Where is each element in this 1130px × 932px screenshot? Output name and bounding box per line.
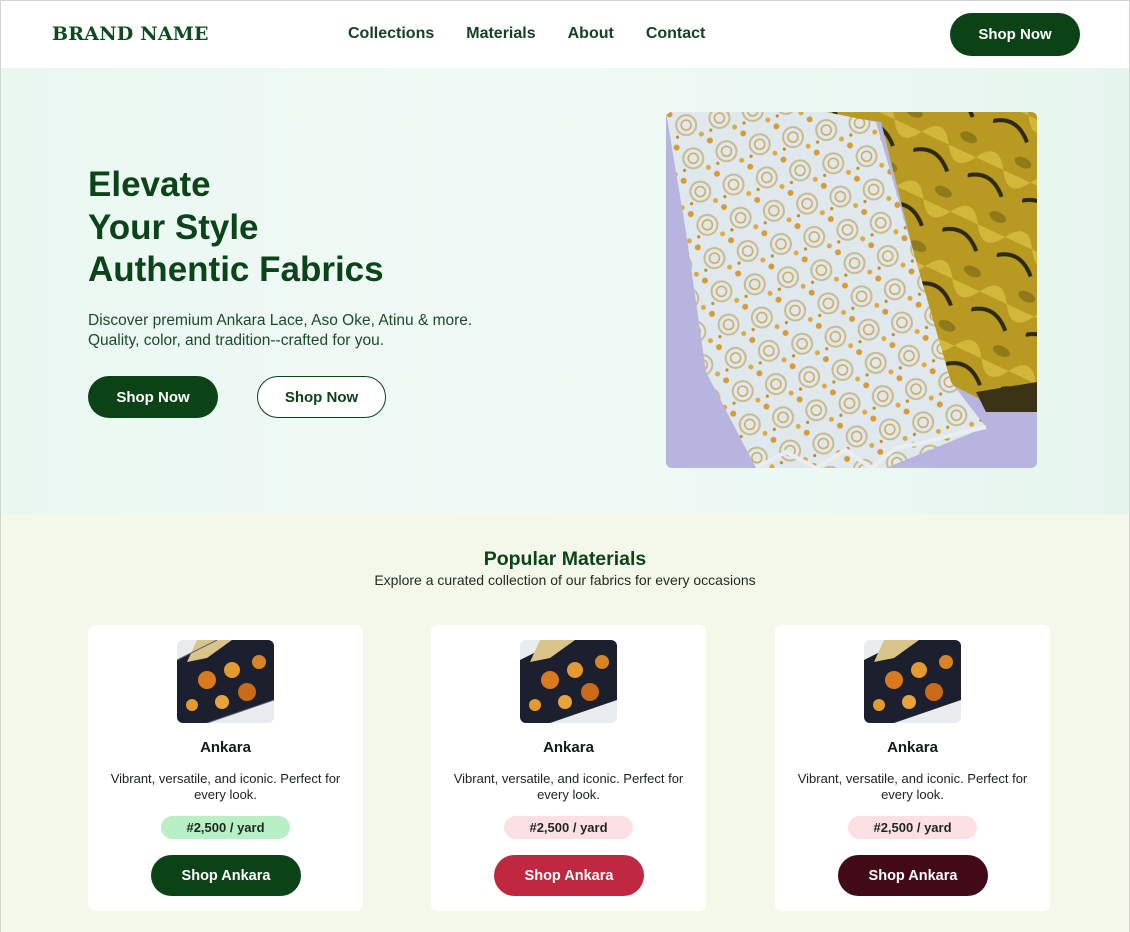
card-description: Vibrant, versatile, and iconic. Perfect … — [797, 771, 1028, 802]
card-title: Ankara — [200, 739, 251, 756]
hero-description: Discover premium Ankara Lace, Aso Oke, A… — [88, 311, 548, 350]
nav-shop-now-button[interactable]: Shop Now — [950, 13, 1080, 56]
fabric-illustration — [666, 112, 1037, 468]
hero-description-line-1: Discover premium Ankara Lace, Aso Oke, A… — [88, 312, 473, 329]
shop-ankara-button[interactable]: Shop Ankara — [494, 855, 644, 896]
hero-fabric-image — [666, 112, 1037, 468]
hero-shop-now-outline-button[interactable]: Shop Now — [257, 376, 386, 418]
card-description: Vibrant, versatile, and iconic. Perfect … — [453, 771, 684, 802]
hero-title: Elevate Your Style Authentic Fabrics — [88, 164, 508, 292]
hero-title-line-1: Elevate — [88, 165, 211, 204]
card-title: Ankara — [543, 739, 594, 756]
material-card: Ankara Vibrant, versatile, and iconic. P… — [775, 625, 1050, 911]
ankara-fabric-thumbnail — [177, 640, 274, 723]
price-badge: #2,500 / yard — [504, 816, 633, 839]
nav-link-materials[interactable]: Materials — [466, 25, 535, 43]
card-description: Vibrant, versatile, and iconic. Perfect … — [110, 771, 341, 802]
popular-materials-section: Popular Materials Explore a curated coll… — [1, 514, 1129, 932]
nav-link-contact[interactable]: Contact — [646, 25, 706, 43]
nav-link-about[interactable]: About — [568, 25, 614, 43]
ankara-fabric-thumbnail — [520, 640, 617, 723]
shop-ankara-button[interactable]: Shop Ankara — [151, 855, 301, 896]
section-subtitle: Explore a curated collection of our fabr… — [374, 572, 756, 588]
section-title: Popular Materials — [483, 548, 647, 570]
nav-links: Collections Materials About Contact — [348, 25, 737, 43]
hero-description-line-2: Quality, color, and tradition--crafted f… — [88, 331, 385, 349]
card-title: Ankara — [887, 739, 938, 756]
hero-title-line-3: Authentic Fabrics — [88, 250, 384, 289]
brand-logo[interactable]: BRAND NAME — [52, 23, 209, 45]
top-nav: BRAND NAME Collections Materials About C… — [1, 1, 1129, 68]
hero-section: Elevate Your Style Authentic Fabrics Dis… — [1, 68, 1129, 514]
price-badge: #2,500 / yard — [161, 816, 290, 839]
material-card: Ankara Vibrant, versatile, and iconic. P… — [431, 625, 706, 911]
ankara-fabric-thumbnail — [864, 640, 961, 723]
nav-link-collections[interactable]: Collections — [348, 25, 434, 43]
hero-shop-now-button[interactable]: Shop Now — [88, 376, 218, 418]
material-card: Ankara Vibrant, versatile, and iconic. P… — [88, 625, 363, 911]
shop-ankara-button[interactable]: Shop Ankara — [838, 855, 988, 896]
hero-title-line-2: Your Style — [88, 207, 259, 247]
price-badge: #2,500 / yard — [848, 816, 977, 839]
